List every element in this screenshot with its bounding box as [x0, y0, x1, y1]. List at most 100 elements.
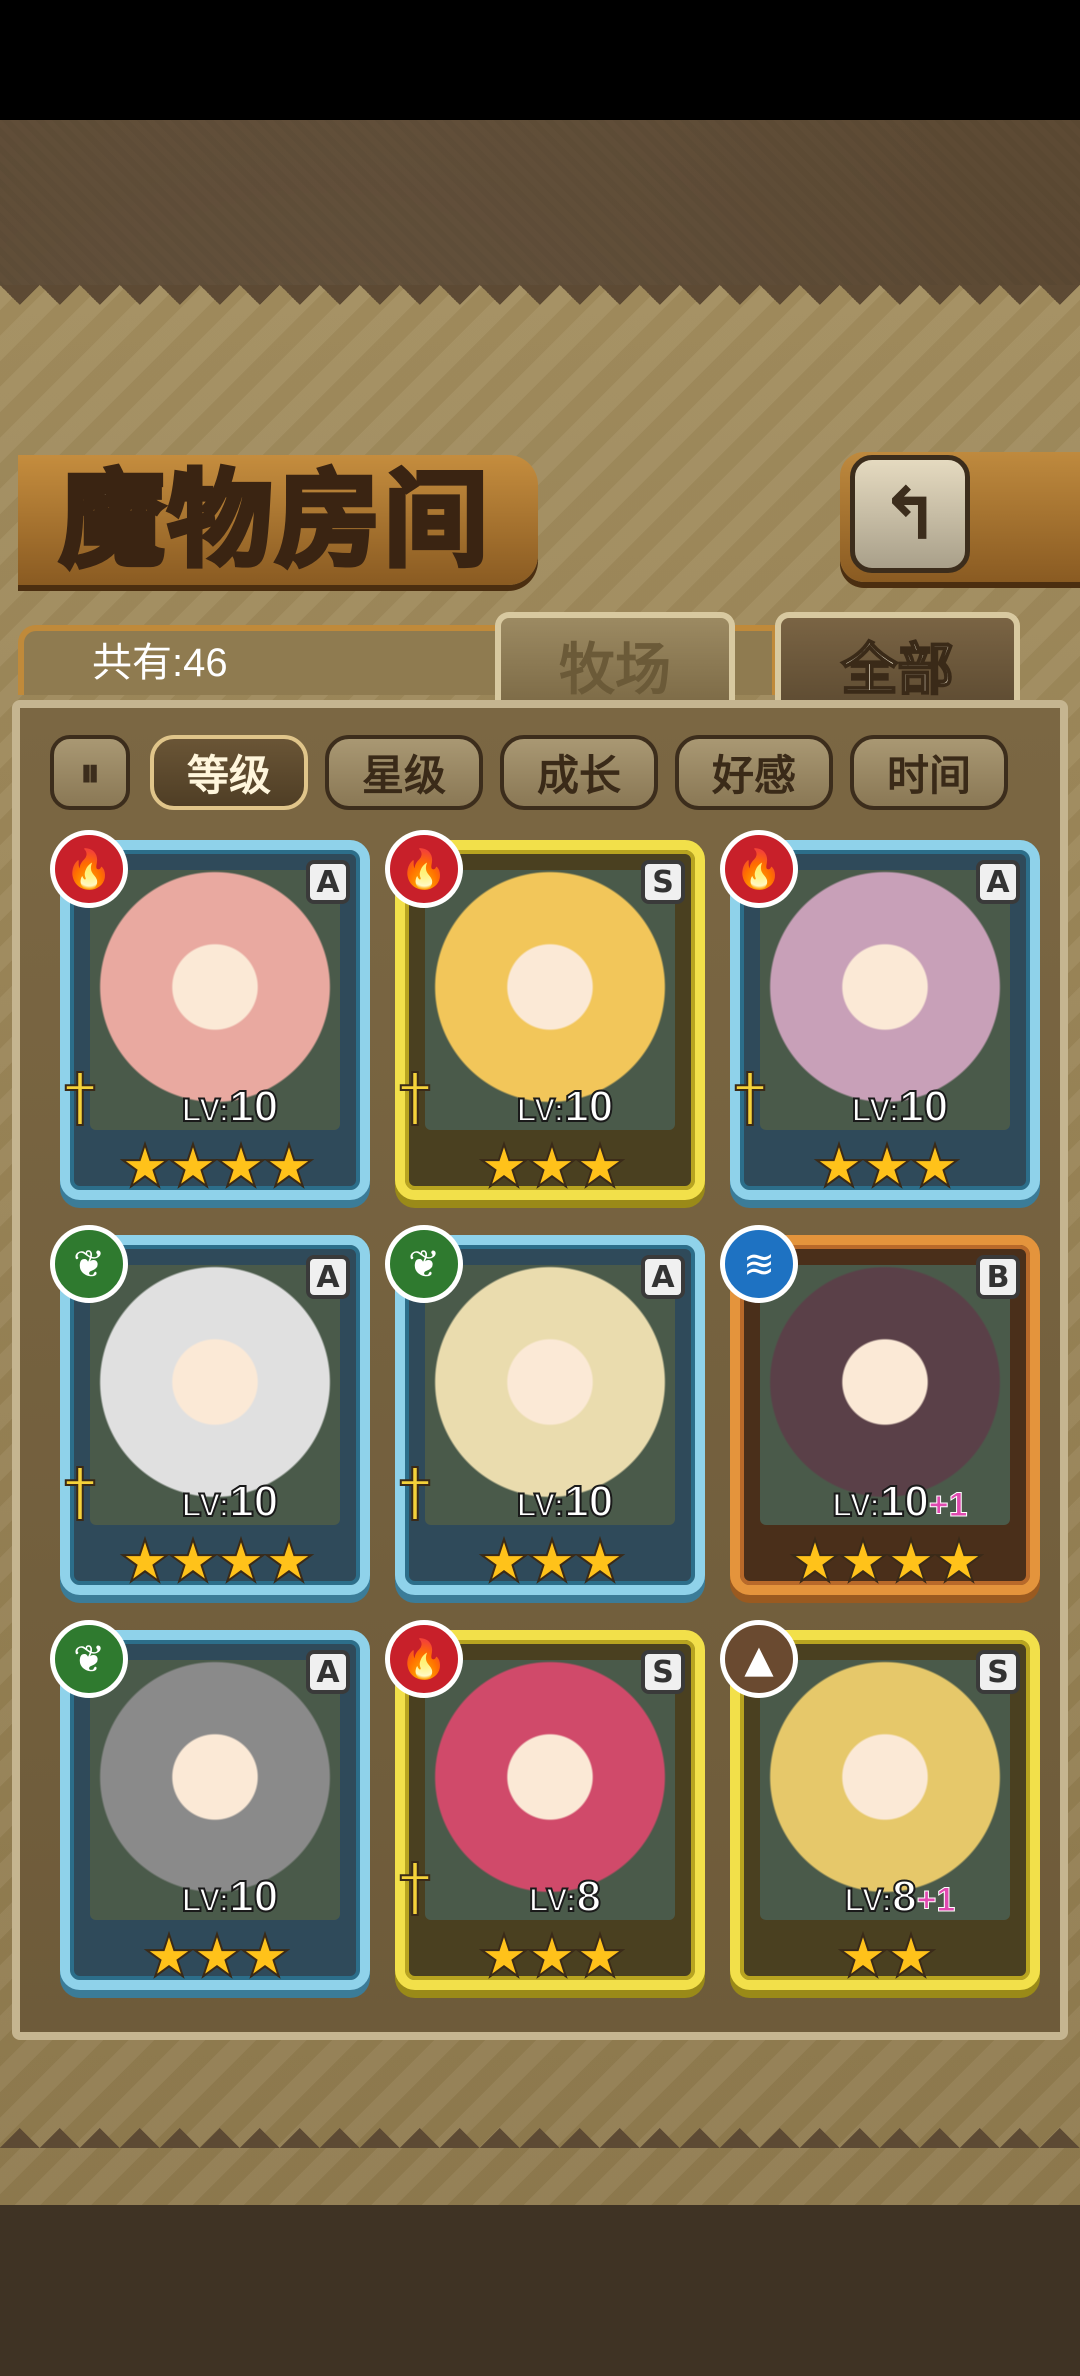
rank-badge: S	[976, 1650, 1020, 1694]
zigzag-bottom-border	[0, 2108, 1080, 2148]
bottom-map-area	[0, 2205, 1080, 2376]
leaf-element-icon: ❦	[50, 1225, 128, 1303]
star-rating: ★ ★ ★ ★	[740, 1526, 1030, 1596]
monster-level: LV:8+1	[790, 1871, 1010, 1922]
star-icon: ★	[836, 1921, 890, 1991]
monster-level: LV:10	[455, 1476, 675, 1527]
sword-icon: †	[733, 1060, 767, 1136]
return-arrow-icon: ↰	[879, 472, 941, 556]
star-rating: ★ ★ ★	[740, 1131, 1030, 1201]
fire-element-icon: 🔥	[720, 830, 798, 908]
level-value: 10	[228, 1081, 279, 1132]
star-icon: ★	[166, 1526, 220, 1596]
monster-level: LV:8	[455, 1871, 675, 1922]
sort-time-button[interactable]: 时间	[850, 735, 1008, 810]
rank-badge: A	[306, 1650, 350, 1694]
star-icon: ★	[525, 1131, 579, 1201]
level-value: 8	[891, 1871, 918, 1922]
star-icon: ★	[525, 1526, 579, 1596]
star-icon: ★	[860, 1131, 914, 1201]
monster-level: LV:10	[790, 1081, 1010, 1132]
level-value: 10	[563, 1476, 614, 1527]
star-icon: ★	[884, 1921, 938, 1991]
leaf-element-icon: ❦	[385, 1225, 463, 1303]
level-value: 10	[898, 1081, 949, 1132]
level-value: 8	[575, 1871, 602, 1922]
star-icon: ★	[118, 1131, 172, 1201]
star-icon: ★	[836, 1526, 890, 1596]
leaf-element-icon: ❦	[50, 1620, 128, 1698]
star-icon: ★	[190, 1921, 244, 1991]
star-rating: ★ ★ ★	[405, 1526, 695, 1596]
level-prefix: LV:	[831, 1486, 880, 1524]
star-icon: ★	[573, 1921, 627, 1991]
status-bar-area	[0, 0, 1080, 120]
star-rating: ★ ★ ★	[70, 1921, 360, 1991]
star-icon: ★	[812, 1131, 866, 1201]
sort-growth-button[interactable]: 成长	[500, 735, 658, 810]
star-rating: ★ ★ ★ ★	[70, 1131, 360, 1201]
rank-badge: S	[641, 860, 685, 904]
rank-badge: A	[976, 860, 1020, 904]
star-rating: ★ ★ ★ ★	[70, 1526, 360, 1596]
rank-badge: A	[306, 1255, 350, 1299]
star-icon: ★	[262, 1131, 316, 1201]
level-value: 10	[563, 1081, 614, 1132]
star-icon: ★	[238, 1921, 292, 1991]
level-prefix: LV:	[516, 1486, 565, 1524]
star-icon: ★	[142, 1921, 196, 1991]
star-icon: ★	[477, 1131, 531, 1201]
star-icon: ★	[525, 1921, 579, 1991]
star-icon: ★	[214, 1526, 268, 1596]
sort-affection-button[interactable]: 好感	[675, 735, 833, 810]
rank-badge: S	[641, 1650, 685, 1694]
sword-icon: †	[63, 1455, 97, 1531]
star-icon: ★	[884, 1526, 938, 1596]
monster-level: LV:10	[455, 1081, 675, 1132]
star-rating: ★ ★ ★	[405, 1921, 695, 1991]
level-prefix: LV:	[851, 1091, 900, 1129]
star-rating: ★ ★	[740, 1921, 1030, 1991]
star-icon: ★	[262, 1526, 316, 1596]
star-icon: ★	[573, 1526, 627, 1596]
zigzag-top-border	[0, 285, 1080, 325]
earth-element-icon: ▲	[720, 1620, 798, 1698]
monster-level: LV:10	[120, 1081, 340, 1132]
sort-star-button[interactable]: 星级	[325, 735, 483, 810]
level-bonus: +1	[928, 1486, 968, 1525]
monster-count: 共有:46	[92, 641, 228, 685]
monster-level: LV:10	[120, 1476, 340, 1527]
sort-toggle-icon: ⏸	[80, 749, 100, 796]
star-icon: ★	[908, 1131, 962, 1201]
sword-icon: †	[398, 1060, 432, 1136]
level-prefix: LV:	[181, 1486, 230, 1524]
rank-badge: A	[641, 1255, 685, 1299]
level-prefix: LV:	[181, 1881, 230, 1919]
star-icon: ★	[573, 1131, 627, 1201]
tab-all[interactable]: 全部	[775, 612, 1020, 712]
star-icon: ★	[477, 1921, 531, 1991]
page-title: 魔物房间	[57, 457, 493, 584]
rank-badge: B	[976, 1255, 1020, 1299]
sort-order-button[interactable]: ⏸	[50, 735, 130, 810]
water-element-icon: ≋	[720, 1225, 798, 1303]
level-prefix: LV:	[844, 1881, 893, 1919]
fire-element-icon: 🔥	[385, 830, 463, 908]
level-prefix: LV:	[516, 1091, 565, 1129]
level-prefix: LV:	[181, 1091, 230, 1129]
sword-icon: †	[63, 1060, 97, 1136]
star-icon: ★	[166, 1131, 220, 1201]
rank-badge: A	[306, 860, 350, 904]
level-value: 10	[879, 1476, 930, 1527]
fire-element-icon: 🔥	[385, 1620, 463, 1698]
star-icon: ★	[477, 1526, 531, 1596]
sword-icon: †	[398, 1850, 432, 1926]
level-value: 10	[228, 1476, 279, 1527]
sword-icon: †	[398, 1455, 432, 1531]
level-value: 10	[228, 1871, 279, 1922]
level-bonus: +1	[916, 1881, 956, 1920]
tab-ranch[interactable]: 牧场	[495, 612, 735, 712]
back-button[interactable]: ↰	[850, 455, 970, 573]
fire-element-icon: 🔥	[50, 830, 128, 908]
sort-level-button[interactable]: 等级	[150, 735, 308, 810]
